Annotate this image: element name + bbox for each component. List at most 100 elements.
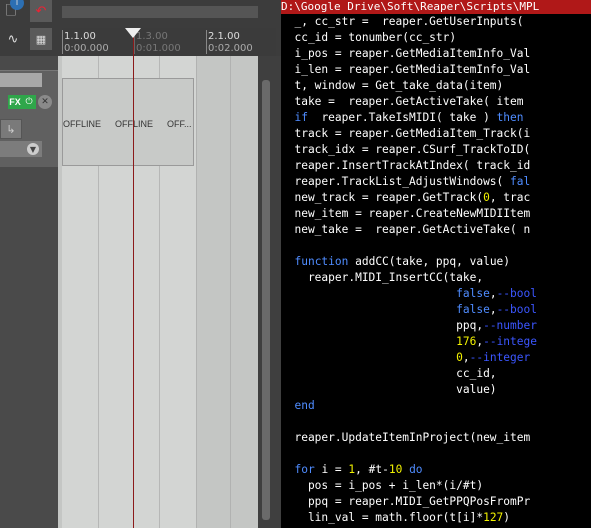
code-token: ppq = reaper.MIDI_GetPPQPosFromPr	[281, 495, 531, 508]
code-token: reaper.InsertTrackAtIndex( track_id	[281, 159, 531, 172]
code-line[interactable]	[281, 238, 591, 254]
code-token: end	[294, 399, 315, 412]
media-item[interactable]: OFFLINE OFFLINE OFF...	[62, 78, 194, 166]
code-line[interactable]: cc_id = tonumber(cc_str)	[281, 30, 591, 46]
code-token: 0	[483, 191, 490, 204]
code-editor[interactable]: D:\Google Drive\Soft\Reaper\Scripts\MPL …	[281, 0, 591, 528]
code-token: false	[456, 303, 490, 316]
code-token: track = reaper.GetMediaItem_Track(i	[281, 127, 531, 140]
code-token: if	[294, 111, 308, 124]
track-panel[interactable]: FX ⏻ ✕ ↳ ▼	[0, 70, 58, 167]
grid-line	[196, 56, 197, 528]
code-lines[interactable]: _, cc_str = reaper.GetUserInputs( cc_id …	[281, 14, 591, 526]
file-path-title: D:\Google Drive\Soft\Reaper\Scripts\MPL	[281, 0, 591, 14]
playhead-marker-icon[interactable]	[125, 28, 141, 38]
vertical-scrollbar-thumb[interactable]	[262, 80, 270, 520]
ruler-bar-label: 2.1.00	[208, 31, 240, 42]
code-token: function	[294, 255, 349, 268]
ruler-bar-label: 1.1.00	[64, 31, 96, 42]
code-token: value)	[281, 383, 497, 396]
code-token: 176	[456, 335, 477, 348]
code-token: ppq,	[281, 319, 484, 332]
code-line[interactable]: if reaper.TakeIsMIDI( take ) then	[281, 110, 591, 126]
reaper-arrange-window: 🗋 i ↶ ∿ ▦ FX ⏻ ✕ ↳ ▼ 1.1.00 0:00.000 1.3…	[0, 0, 281, 528]
code-token: do	[409, 463, 423, 476]
code-line[interactable]: lin_val = math.floor(t[i]*127)	[281, 510, 591, 526]
code-token: new_item = reaper.CreateNewMIDIItem	[281, 207, 531, 220]
code-line[interactable]: cc_id,	[281, 366, 591, 382]
code-token: --number	[483, 319, 537, 332]
code-token: cc_id,	[281, 367, 497, 380]
code-token: ,	[462, 351, 470, 364]
code-line[interactable]: 176,--intege	[281, 334, 591, 350]
code-line[interactable]	[281, 446, 591, 462]
track-name-field[interactable]	[0, 73, 42, 87]
code-token: new_take = reaper.GetActiveTake( n	[281, 223, 531, 236]
code-token: reaper.TrackList_AdjustWindows(	[281, 175, 511, 188]
code-token: then	[496, 111, 524, 124]
code-line[interactable]: i_len = reaper.GetMediaItemInfo_Val	[281, 62, 591, 78]
code-token: for	[294, 463, 315, 476]
code-line[interactable]: pos = i_pos + i_len*(i/#t)	[281, 478, 591, 494]
code-token: cc_id = tonumber(cc_str)	[281, 31, 457, 44]
horizontal-scrollbar[interactable]	[62, 6, 276, 18]
offline-label: OFFLINE	[115, 119, 154, 129]
grid-icon[interactable]: ▦	[30, 28, 52, 50]
code-line[interactable]: ppq,--number	[281, 318, 591, 334]
code-line[interactable]: function addCC(take, ppq, value)	[281, 254, 591, 270]
code-line[interactable]: ppq = reaper.MIDI_GetPPQPosFromPr	[281, 494, 591, 510]
code-token: addCC(take, ppq, value)	[348, 255, 511, 268]
code-line[interactable]: reaper.UpdateItemInProject(new_item	[281, 430, 591, 446]
ruler-time-label: 0:01.000	[136, 43, 181, 54]
ruler-time-label: 0:02.000	[208, 43, 253, 54]
code-line[interactable]: reaper.TrackList_AdjustWindows( fal	[281, 174, 591, 190]
envelope-button[interactable]: ↳	[0, 119, 22, 139]
code-token: ,	[489, 287, 497, 300]
code-token: 0	[456, 351, 463, 364]
code-token: reaper.TakeIsMIDI( take )	[307, 111, 497, 124]
ruler-tick	[62, 30, 63, 54]
code-line[interactable]: track = reaper.GetMediaItem_Track(i	[281, 126, 591, 142]
power-icon[interactable]: ⏻	[22, 95, 36, 109]
code-line[interactable]: t, window = Get_take_data(item)	[281, 78, 591, 94]
code-line[interactable]: 0,--integer	[281, 350, 591, 366]
chevron-down-icon[interactable]: ▼	[27, 143, 39, 155]
code-token: fal	[510, 175, 531, 188]
code-line[interactable]: false,--bool	[281, 286, 591, 302]
offline-label: OFFLINE	[63, 119, 102, 129]
code-token: --integer	[469, 351, 531, 364]
code-line[interactable]: new_take = reaper.GetActiveTake( n	[281, 222, 591, 238]
code-line[interactable]: new_track = reaper.GetTrack(0, trac	[281, 190, 591, 206]
x-icon[interactable]: ✕	[38, 95, 52, 109]
code-line[interactable]: _, cc_str = reaper.GetUserInputs(	[281, 14, 591, 30]
code-line[interactable]: track_idx = reaper.CSurf_TrackToID(	[281, 142, 591, 158]
undo-arrow-icon[interactable]: ↶	[30, 0, 52, 22]
code-token: --bool	[496, 287, 537, 300]
envelope-curve-icon[interactable]: ∿	[0, 28, 26, 50]
code-line[interactable]: i_pos = reaper.GetMediaItemInfo_Val	[281, 46, 591, 62]
code-line[interactable]: value)	[281, 382, 591, 398]
code-token: reaper.UpdateItemInProject(new_item	[281, 431, 531, 444]
code-line[interactable]: reaper.InsertTrackAtIndex( track_id	[281, 158, 591, 174]
code-line[interactable]: false,--bool	[281, 302, 591, 318]
code-line[interactable]: end	[281, 398, 591, 414]
code-token: pos = i_pos + i_len*(i/#t)	[281, 479, 484, 492]
code-token: take = reaper.GetActiveTake( item	[281, 95, 524, 108]
edit-cursor[interactable]	[133, 30, 134, 528]
code-token: , #t-	[355, 463, 389, 476]
code-line[interactable]: new_item = reaper.CreateNewMIDIItem	[281, 206, 591, 222]
timeline-ruler[interactable]: 1.1.00 0:00.000 1.3.00 0:01.000 2.1.00 0…	[62, 28, 276, 59]
code-token: new_track = reaper.GetTrack(	[281, 191, 484, 204]
ruler-tick	[206, 30, 207, 54]
code-line[interactable]	[281, 414, 591, 430]
fx-button[interactable]: FX	[8, 95, 22, 109]
code-line[interactable]: for i = 1, #t-10 do	[281, 462, 591, 478]
code-line[interactable]: reaper.MIDI_InsertCC(take,	[281, 270, 591, 286]
code-line[interactable]: take = reaper.GetActiveTake( item	[281, 94, 591, 110]
code-token: ,	[489, 303, 497, 316]
